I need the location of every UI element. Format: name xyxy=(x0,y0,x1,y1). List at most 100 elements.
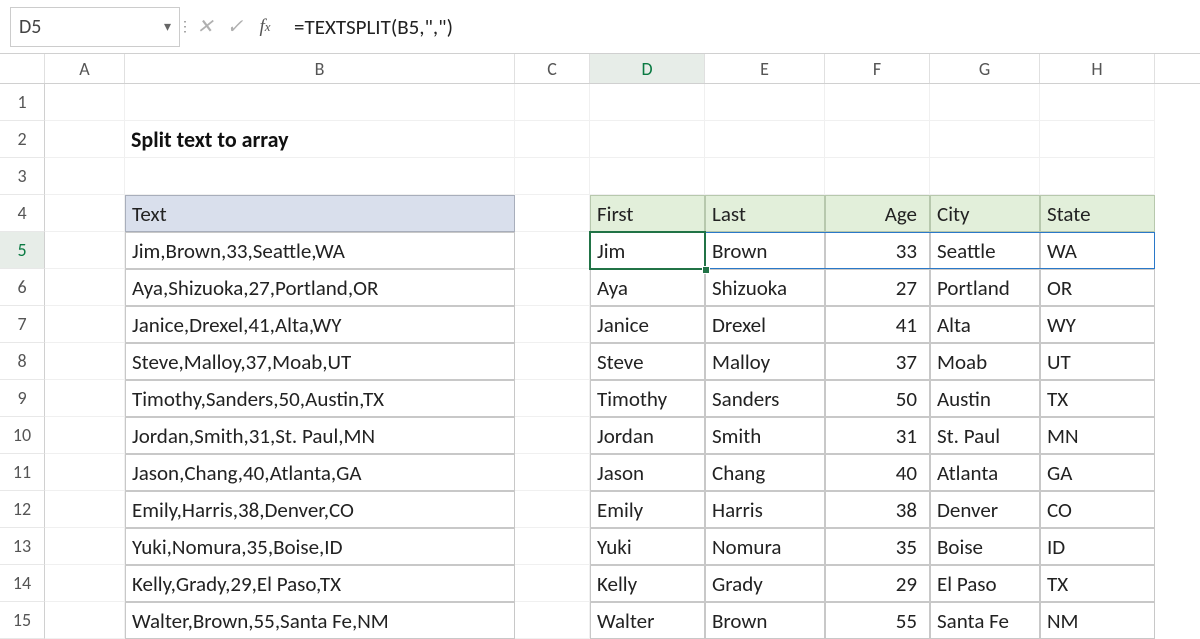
cell-F14[interactable]: 29 xyxy=(825,565,930,602)
cell-A14[interactable] xyxy=(45,565,125,602)
cell-G5[interactable]: Seattle xyxy=(930,232,1040,269)
col-header-F[interactable]: F xyxy=(825,54,930,83)
cell-D5[interactable]: Jim xyxy=(590,232,705,269)
row-header-7[interactable]: 7 xyxy=(0,306,45,343)
cell-F1[interactable] xyxy=(825,84,930,121)
cell-G14[interactable]: El Paso xyxy=(930,565,1040,602)
cell-F9[interactable]: 50 xyxy=(825,380,930,417)
row-header-8[interactable]: 8 xyxy=(0,343,45,380)
cell-C13[interactable] xyxy=(515,528,590,565)
row-header-6[interactable]: 6 xyxy=(0,269,45,306)
cell-H14[interactable]: TX xyxy=(1040,565,1155,602)
cell-G9[interactable]: Austin xyxy=(930,380,1040,417)
cell-G12[interactable]: Denver xyxy=(930,491,1040,528)
cell-G2[interactable] xyxy=(930,121,1040,158)
cell-E1[interactable] xyxy=(705,84,825,121)
cell-H10[interactable]: MN xyxy=(1040,417,1155,454)
cell-B9[interactable]: Timothy,Sanders,50,Austin,TX xyxy=(125,380,515,417)
cell-D8[interactable]: Steve xyxy=(590,343,705,380)
cell-E13[interactable]: Nomura xyxy=(705,528,825,565)
cell-E3[interactable] xyxy=(705,158,825,195)
cell-F13[interactable]: 35 xyxy=(825,528,930,565)
cell-A11[interactable] xyxy=(45,454,125,491)
fill-handle[interactable] xyxy=(702,266,710,274)
cell-B1[interactable] xyxy=(125,84,515,121)
cell-E8[interactable]: Malloy xyxy=(705,343,825,380)
row-header-15[interactable]: 15 xyxy=(0,602,45,639)
row-header-5[interactable]: 5 xyxy=(0,232,45,269)
cell-C12[interactable] xyxy=(515,491,590,528)
cell-B14[interactable]: Kelly,Grady,29,El Paso,TX xyxy=(125,565,515,602)
cell-E9[interactable]: Sanders xyxy=(705,380,825,417)
cell-D6[interactable]: Aya xyxy=(590,269,705,306)
row-header-11[interactable]: 11 xyxy=(0,454,45,491)
cell-H7[interactable]: WY xyxy=(1040,306,1155,343)
row-header-4[interactable]: 4 xyxy=(0,195,45,232)
col-header-H[interactable]: H xyxy=(1040,54,1155,83)
enter-icon[interactable]: ✓ xyxy=(220,7,250,47)
cell-C7[interactable] xyxy=(515,306,590,343)
row-header-10[interactable]: 10 xyxy=(0,417,45,454)
cell-F3[interactable] xyxy=(825,158,930,195)
cell-D2[interactable] xyxy=(590,121,705,158)
row-header-13[interactable]: 13 xyxy=(0,528,45,565)
cell-G15[interactable]: Santa Fe xyxy=(930,602,1040,639)
cell-A10[interactable] xyxy=(45,417,125,454)
cell-F2[interactable] xyxy=(825,121,930,158)
col-header-E[interactable]: E xyxy=(705,54,825,83)
cell-H5[interactable]: WA xyxy=(1040,232,1155,269)
cell-G3[interactable] xyxy=(930,158,1040,195)
row-header-2[interactable]: 2 xyxy=(0,121,45,158)
cell-A6[interactable] xyxy=(45,269,125,306)
cell-B7[interactable]: Janice,Drexel,41,Alta,WY xyxy=(125,306,515,343)
cell-A3[interactable] xyxy=(45,158,125,195)
fx-icon[interactable]: fx xyxy=(250,7,280,47)
formula-input[interactable]: =TEXTSPLIT(B5,",") xyxy=(280,7,1200,47)
cell-E12[interactable]: Harris xyxy=(705,491,825,528)
cell-A1[interactable] xyxy=(45,84,125,121)
col-header-C[interactable]: C xyxy=(515,54,590,83)
name-box[interactable]: D5 ▾ xyxy=(10,7,180,47)
cell-B6[interactable]: Aya,Shizuoka,27,Portland,OR xyxy=(125,269,515,306)
cell-H6[interactable]: OR xyxy=(1040,269,1155,306)
cell-C10[interactable] xyxy=(515,417,590,454)
cell-F11[interactable]: 40 xyxy=(825,454,930,491)
col-header-G[interactable]: G xyxy=(930,54,1040,83)
cell-H2[interactable] xyxy=(1040,121,1155,158)
cell-A2[interactable] xyxy=(45,121,125,158)
cell-E10[interactable]: Smith xyxy=(705,417,825,454)
cell-A13[interactable] xyxy=(45,528,125,565)
cell-C15[interactable] xyxy=(515,602,590,639)
cell-G6[interactable]: Portland xyxy=(930,269,1040,306)
cell-A12[interactable] xyxy=(45,491,125,528)
row-header-12[interactable]: 12 xyxy=(0,491,45,528)
col-header-B[interactable]: B xyxy=(125,54,515,83)
cell-B10[interactable]: Jordan,Smith,31,St. Paul,MN xyxy=(125,417,515,454)
cell-B11[interactable]: Jason,Chang,40,Atlanta,GA xyxy=(125,454,515,491)
cell-C6[interactable] xyxy=(515,269,590,306)
cell-H15[interactable]: NM xyxy=(1040,602,1155,639)
cell-A5[interactable] xyxy=(45,232,125,269)
row-header-1[interactable]: 1 xyxy=(0,84,45,121)
select-all-corner[interactable] xyxy=(0,54,45,83)
cell-C11[interactable] xyxy=(515,454,590,491)
cell-E7[interactable]: Drexel xyxy=(705,306,825,343)
cell-B13[interactable]: Yuki,Nomura,35,Boise,ID xyxy=(125,528,515,565)
state-column-header[interactable]: State xyxy=(1040,195,1155,232)
cell-G1[interactable] xyxy=(930,84,1040,121)
cell-F10[interactable]: 31 xyxy=(825,417,930,454)
cell-C14[interactable] xyxy=(515,565,590,602)
cell-A15[interactable] xyxy=(45,602,125,639)
cell-B8[interactable]: Steve,Malloy,37,Moab,UT xyxy=(125,343,515,380)
cell-G10[interactable]: St. Paul xyxy=(930,417,1040,454)
cell-C4[interactable] xyxy=(515,195,590,232)
cell-C1[interactable] xyxy=(515,84,590,121)
cell-G13[interactable]: Boise xyxy=(930,528,1040,565)
cell-A7[interactable] xyxy=(45,306,125,343)
cell-A9[interactable] xyxy=(45,380,125,417)
row-header-3[interactable]: 3 xyxy=(0,158,45,195)
cell-A4[interactable] xyxy=(45,195,125,232)
cell-F6[interactable]: 27 xyxy=(825,269,930,306)
cell-D1[interactable] xyxy=(590,84,705,121)
cell-D9[interactable]: Timothy xyxy=(590,380,705,417)
